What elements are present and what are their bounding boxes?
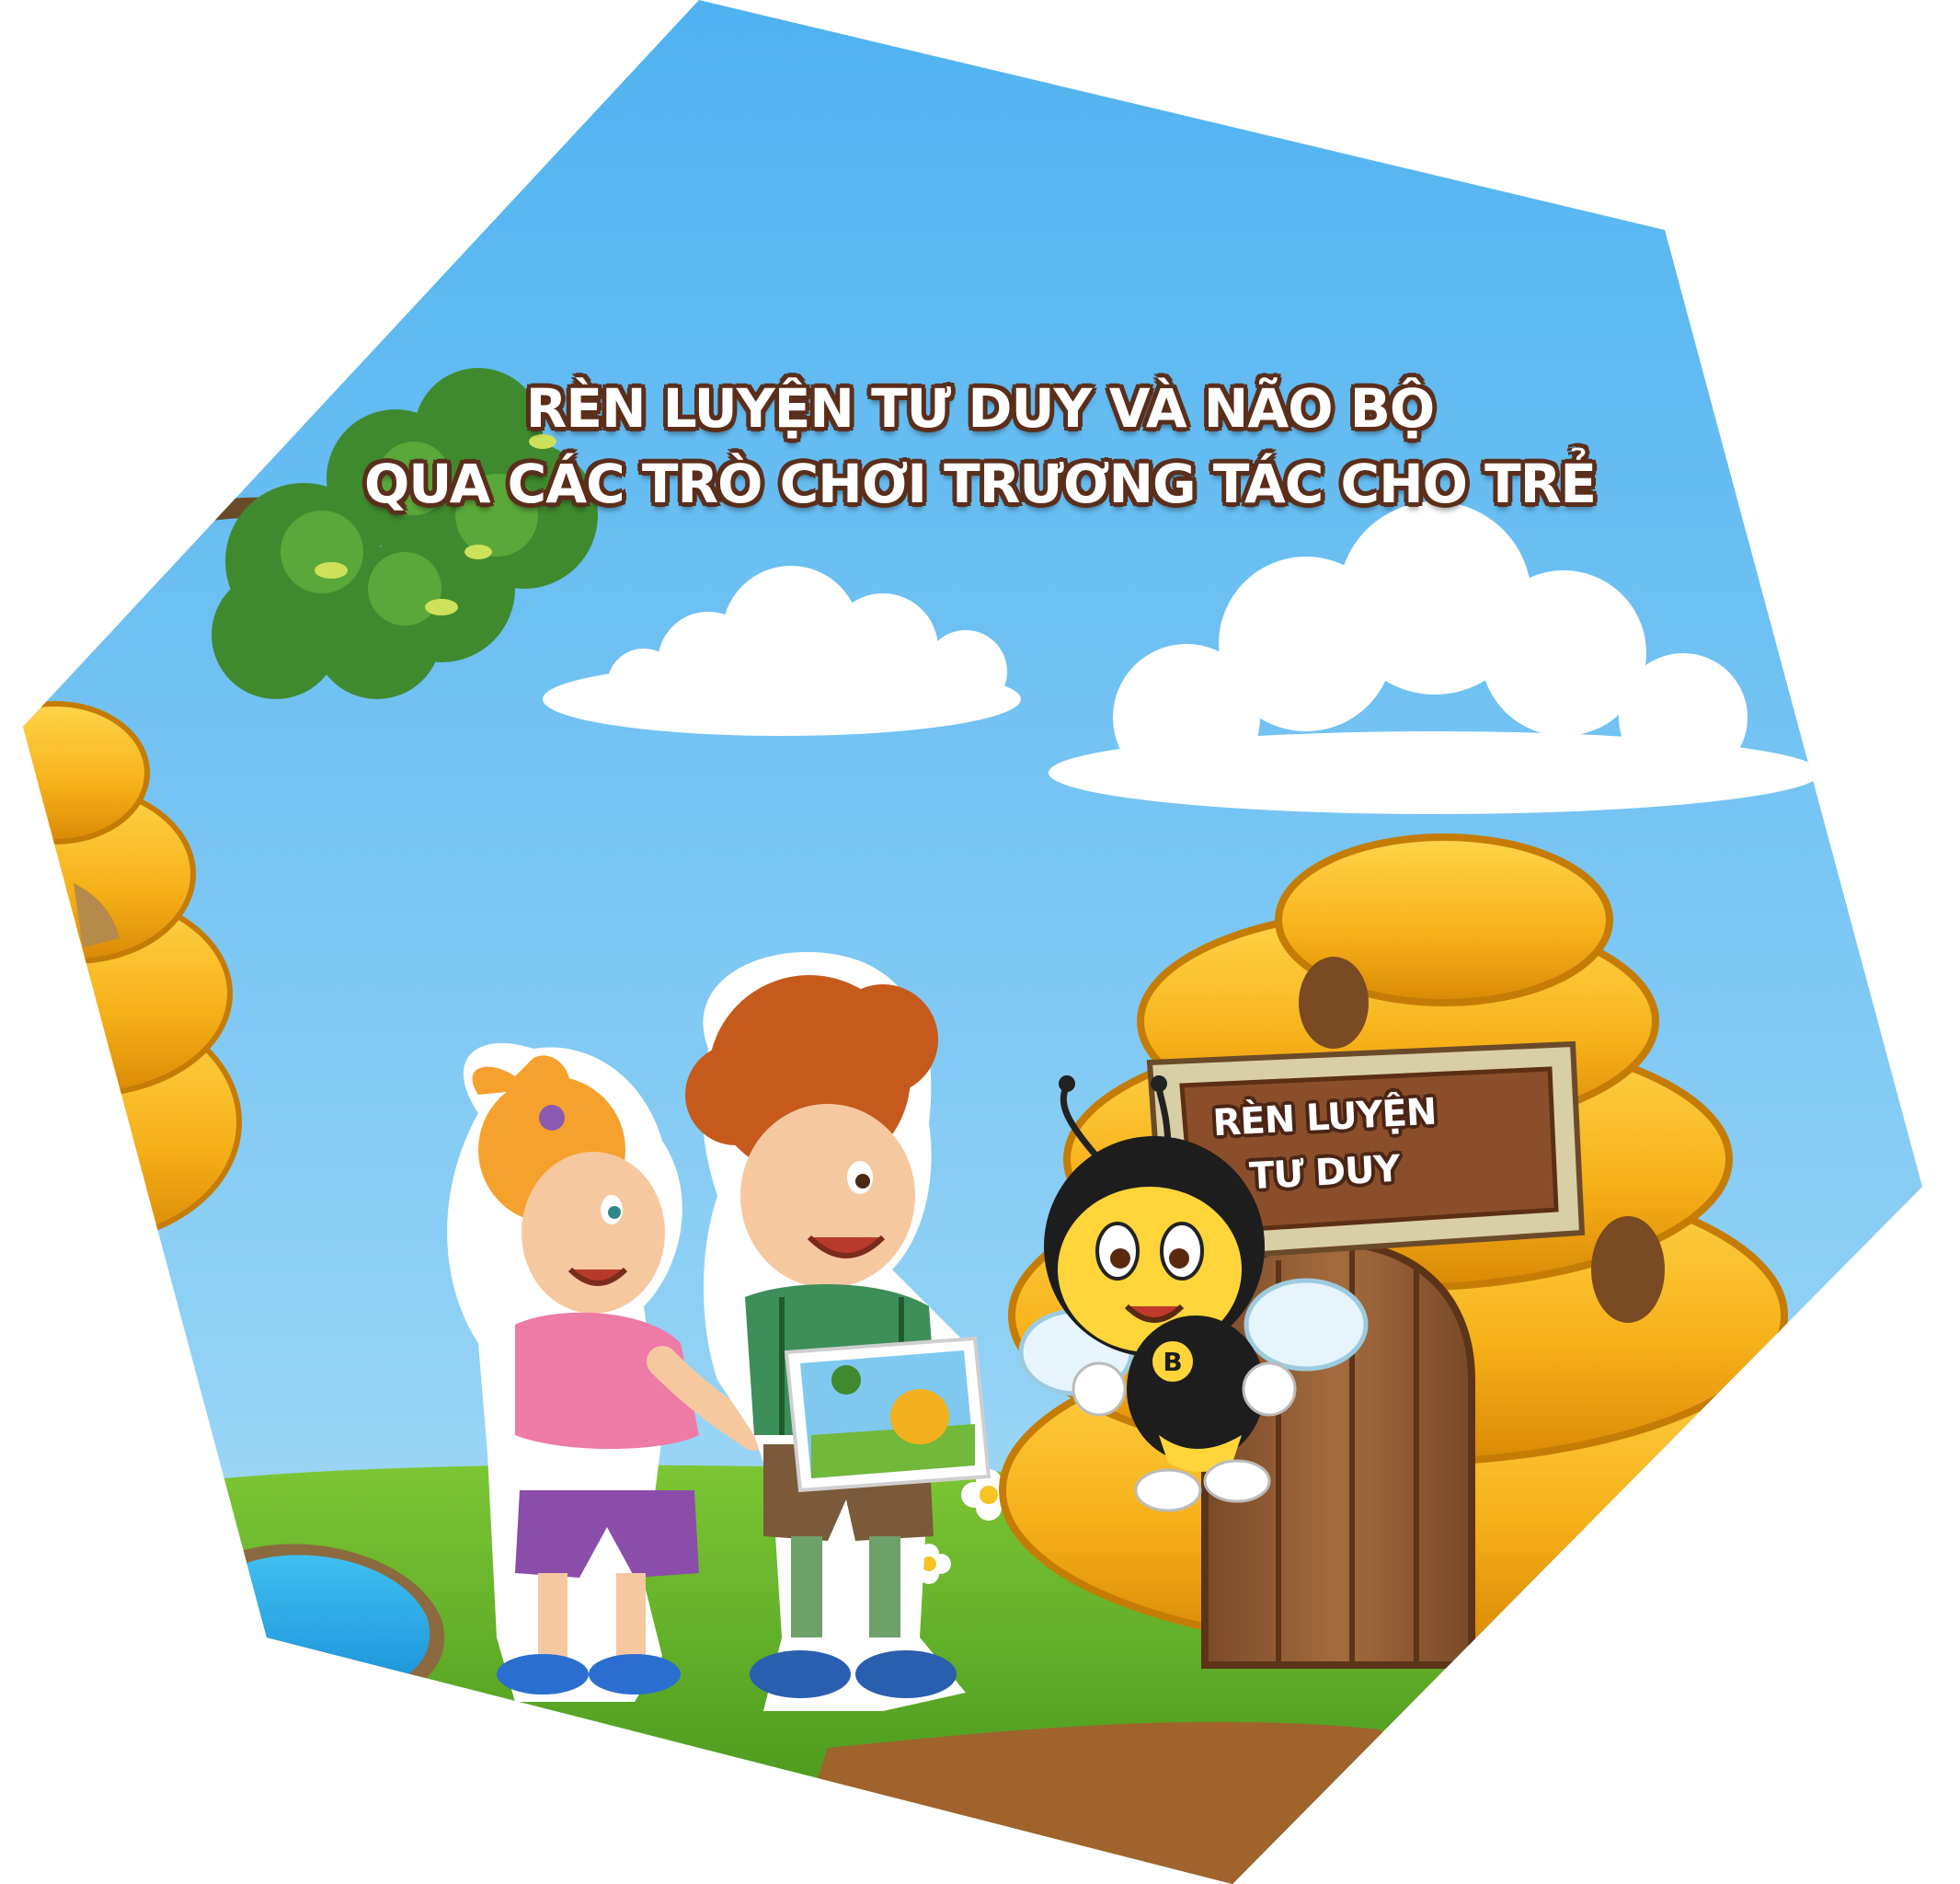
tablet — [784, 1336, 991, 1493]
headline-line-2: QUA CÁC TRÒ CHƠI TRƯƠNG TÁC CHO TRẺ — [363, 453, 1597, 515]
cliff — [782, 1721, 1564, 1884]
headline-line-1: RÈN LUYỆN TƯ DUY VÀ NÃO BỘ — [525, 377, 1435, 440]
grass — [23, 1465, 1922, 1884]
bee-badge-letter: B — [1163, 1347, 1182, 1377]
scene-illustration: B — [23, 0, 1922, 1884]
